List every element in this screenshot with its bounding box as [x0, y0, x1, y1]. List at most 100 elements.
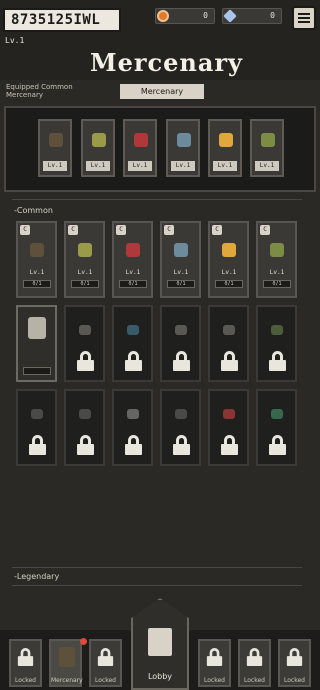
locked-mercenary-card[interactable] — [160, 305, 201, 382]
mercenary-card[interactable]: C Lv.1 0/1 — [112, 221, 153, 298]
mercenary-silhouette — [28, 317, 46, 339]
equipped-slot[interactable]: Lv.1 — [38, 119, 72, 177]
section-label-common: -Common — [14, 206, 53, 215]
locked-mercenary-card[interactable] — [160, 389, 201, 466]
card-level: Lv.1 — [77, 269, 93, 276]
lock-icon — [77, 435, 94, 455]
lock-icon — [77, 351, 94, 371]
lock-icon — [173, 351, 190, 371]
mercenary-sprite — [174, 243, 188, 257]
equipped-level: Lv.1 — [86, 161, 110, 171]
mercenary-silhouette — [31, 409, 43, 419]
locked-mercenary-card[interactable] — [208, 305, 249, 382]
card-progress-bar — [23, 367, 51, 375]
mercenary-silhouette — [223, 409, 235, 419]
player-level: Lv.1 — [5, 36, 25, 45]
mercenary-card[interactable]: C Lv.1 0/1 — [256, 221, 297, 298]
card-progress: 0/1 — [119, 280, 147, 288]
menu-icon-line — [298, 21, 310, 23]
mercenary-silhouette — [271, 325, 283, 335]
nav-label: Locked — [284, 677, 305, 684]
lock-icon — [286, 648, 303, 666]
mercenary-silhouette — [175, 325, 187, 335]
mercenary-card[interactable]: C Lv.1 0/1 — [160, 221, 201, 298]
equipped-slot[interactable]: Lv.1 — [208, 119, 242, 177]
equipped-level: Lv.1 — [255, 161, 279, 171]
gem-value: 0 — [270, 11, 275, 20]
grade-badge: C — [20, 225, 30, 235]
card-progress: 0/1 — [23, 280, 51, 288]
lock-icon — [269, 435, 286, 455]
mercenary-sprite — [134, 133, 148, 147]
lock-icon — [17, 648, 34, 666]
mercenary-sprite — [219, 133, 233, 147]
mercenary-sprite — [261, 133, 275, 147]
locked-mercenary-card[interactable] — [64, 305, 105, 382]
nav-slot-locked[interactable]: Locked — [278, 639, 311, 687]
grade-badge: C — [164, 225, 174, 235]
grade-badge: C — [68, 225, 78, 235]
page-title: Mercenary — [90, 48, 243, 77]
locked-mercenary-card[interactable] — [16, 389, 57, 466]
lock-icon — [173, 435, 190, 455]
nav-label: Locked — [204, 677, 225, 684]
locked-mercenary-card[interactable] — [64, 389, 105, 466]
mercenary-silhouette — [223, 325, 235, 335]
locked-mercenary-card[interactable] — [256, 389, 297, 466]
equipped-slot[interactable]: Lv.1 — [123, 119, 157, 177]
nav-label: Locked — [15, 677, 36, 684]
card-level: Lv.1 — [269, 269, 285, 276]
mercenary-sprite — [78, 243, 92, 257]
nav-slot-locked[interactable]: Locked — [9, 639, 42, 687]
equipped-level: Lv.1 — [171, 161, 195, 171]
menu-icon — [298, 13, 310, 15]
locked-mercenary-card[interactable] — [256, 305, 297, 382]
mercenary-card[interactable]: C Lv.1 0/1 — [64, 221, 105, 298]
mercenary-card[interactable]: C Lv.1 0/1 — [16, 221, 57, 298]
lock-icon — [221, 351, 238, 371]
equipped-slot[interactable]: Lv.1 — [166, 119, 200, 177]
mercenary-sprite — [177, 133, 191, 147]
grade-badge: C — [260, 225, 270, 235]
card-progress: 0/1 — [167, 280, 195, 288]
lock-icon — [246, 648, 263, 666]
gem-counter[interactable]: 0 — [222, 8, 282, 24]
lock-icon — [125, 351, 142, 371]
equipped-level: Lv.1 — [43, 161, 67, 171]
coin-value: 0 — [203, 11, 208, 20]
mercenary-silhouette — [175, 409, 187, 419]
nav-slot-locked[interactable]: Locked — [89, 639, 122, 687]
nav-label: Lobby — [147, 672, 173, 681]
tab-mercenary[interactable]: Mercenary — [120, 84, 204, 99]
player-id: 8735125IWL — [3, 8, 121, 32]
lock-icon — [269, 351, 286, 371]
grade-badge: C — [116, 225, 126, 235]
locked-mercenary-card[interactable] — [208, 389, 249, 466]
equipped-slot[interactable]: Lv.1 — [250, 119, 284, 177]
lock-icon — [97, 648, 114, 666]
section-label-legendary: -Legendary — [14, 572, 60, 581]
mercenary-silhouette — [127, 409, 139, 419]
coin-counter[interactable]: 0 — [155, 8, 215, 24]
locked-mercenary-card[interactable] — [16, 305, 57, 382]
nav-lobby[interactable]: Lobby — [131, 598, 189, 690]
mercenary-sprite — [126, 243, 140, 257]
lock-icon — [29, 435, 46, 455]
gem-icon — [223, 9, 237, 23]
grade-badge: C — [212, 225, 222, 235]
card-progress: 0/1 — [71, 280, 99, 288]
nav-slot-locked[interactable]: Locked — [198, 639, 231, 687]
locked-mercenary-card[interactable] — [112, 389, 153, 466]
lock-icon — [221, 435, 238, 455]
lock-icon — [125, 435, 142, 455]
nav-slot-locked[interactable]: Locked — [238, 639, 271, 687]
section-divider — [12, 585, 302, 586]
mercenary-card[interactable]: C Lv.1 0/1 — [208, 221, 249, 298]
locked-mercenary-card[interactable] — [112, 305, 153, 382]
lock-icon — [206, 648, 223, 666]
equipped-slot[interactable]: Lv.1 — [81, 119, 115, 177]
nav-mercenary[interactable]: Mercenary — [49, 639, 83, 687]
menu-button[interactable] — [292, 6, 316, 30]
coin-icon — [157, 10, 169, 22]
mercenary-sprite — [30, 243, 44, 257]
